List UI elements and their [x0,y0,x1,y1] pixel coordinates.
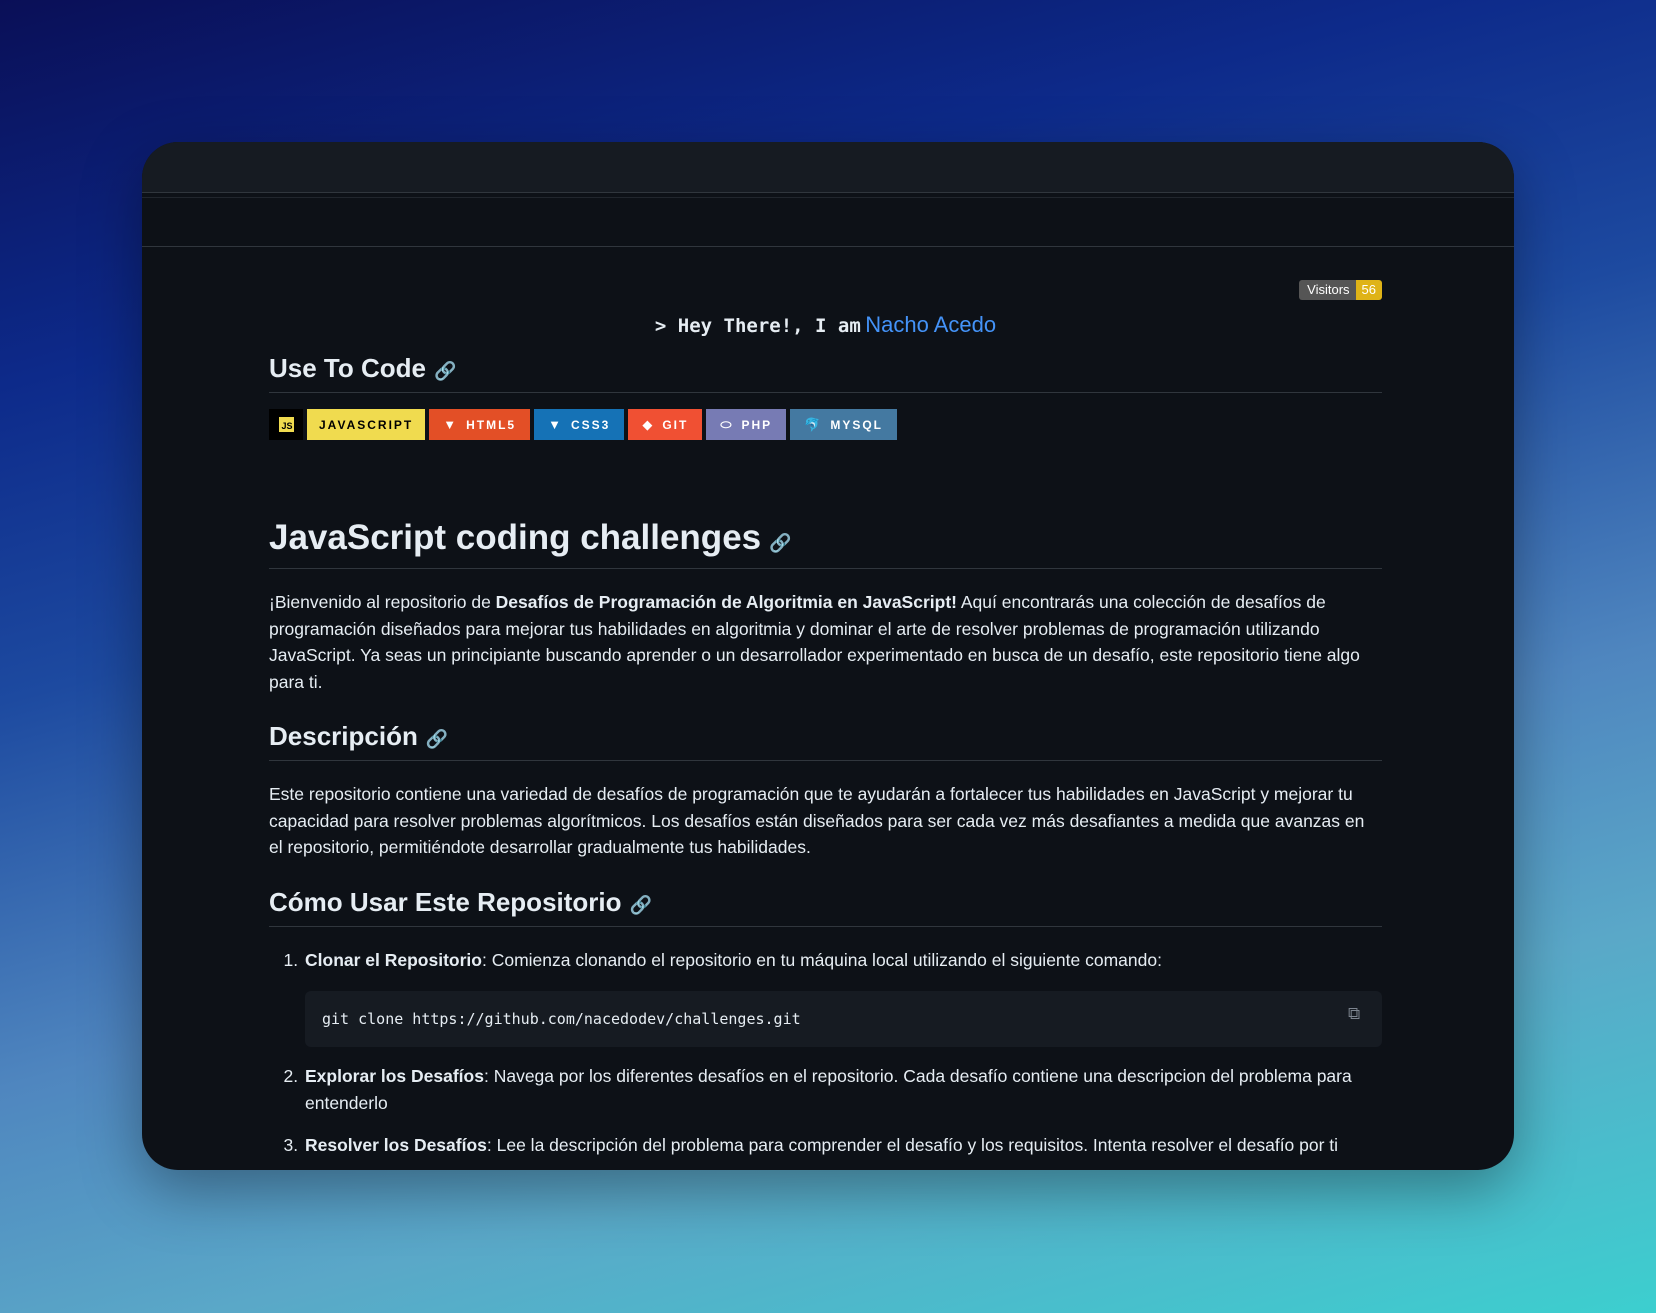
greeting: > Hey There!, I am Nacho Acedo [269,308,1382,342]
code-text[interactable]: git clone https://github.com/nacedodev/c… [322,1010,801,1028]
visitors-count: 56 [1355,280,1382,300]
badge-mysql[interactable]: 🐬 MYSQL [790,409,897,440]
descripcion-title: Descripción [269,721,418,751]
javascript-logo: JS [269,409,303,440]
use-to-code-heading: Use To Code 🔗 [269,353,1382,393]
anchor-link-icon[interactable]: 🔗 [434,361,456,381]
anchor-link-icon[interactable]: 🔗 [630,895,652,915]
badge-git[interactable]: ◆ GIT [628,409,703,440]
mysql-icon: 🐬 [804,416,823,432]
badge-html5-label: HTML5 [466,417,517,432]
descripcion-heading: Descripción 🔗 [269,721,1382,761]
greeting-prefix: > Hey There!, I am [654,315,861,337]
badge-css3-label: CSS3 [570,417,611,432]
como-usar-title: Cómo Usar Este Repositorio [269,886,622,917]
window-topbar [142,142,1514,193]
como-usar-heading: Cómo Usar Este Repositorio 🔗 [269,887,1382,927]
tech-badges: JS JAVASCRIPT ▼ HTML5 ▼ CSS3 ◆ GIT ⬭ PHP… [269,409,1382,440]
badge-mysql-label: MYSQL [830,417,883,432]
descripcion-paragraph: Este repositorio contiene una variedad d… [269,784,1365,857]
challenges-heading: JavaScript coding challenges 🔗 [269,518,1382,569]
visitors-label: Visitors [1299,280,1356,300]
como-usar-section: Cómo Usar Este Repositorio 🔗 Clonar el Re… [269,887,1382,1159]
php-icon: ⬭ [720,416,734,432]
browser-window: Visitors 56 > Hey There!, I am Nacho Ace… [142,142,1514,1170]
badge-css3[interactable]: ▼ CSS3 [534,409,625,440]
list-item: Clonar el Repositorio: Comienza clonando… [303,947,1382,1047]
anchor-link-icon[interactable]: 🔗 [769,533,791,553]
javascript-logo-text: JS [278,417,294,432]
git-icon: ◆ [642,416,655,432]
use-to-code-section: Use To Code 🔗 JS JAVASCRIPT ▼ HTML5 ▼ CSS… [269,353,1382,440]
badge-php-label: PHP [741,417,773,432]
step-title: Clonar el Repositorio [305,949,482,970]
challenges-section: JavaScript coding challenges 🔗 ¡Bienvenid… [269,518,1382,695]
step-text: : Comienza clonando el repositorio en tu… [481,949,1162,970]
intro-bold: Desafíos de Programación de Algoritmia e… [495,592,957,612]
css3-icon: ▼ [548,417,563,432]
list-item: Resolver los Desafíos: Lee la descripció… [303,1132,1382,1159]
intro-pre: ¡Bienvenido al repositorio de [269,592,496,612]
copy-icon[interactable]: ⧉ [1348,1005,1366,1023]
code-block: git clone https://github.com/nacedodev/c… [305,991,1382,1047]
badge-html5[interactable]: ▼ HTML5 [429,409,531,440]
intro-paragraph: ¡Bienvenido al repositorio de Desafíos d… [269,589,1382,695]
badge-php[interactable]: ⬭ PHP [706,409,787,440]
challenges-title: JavaScript coding challenges [269,518,762,557]
step-text: : Lee la descripción del problema para c… [486,1135,1339,1155]
window-subbar [142,197,1514,247]
anchor-link-icon[interactable]: 🔗 [426,729,448,749]
descripcion-section: Descripción 🔗 Este repositorio contiene u… [269,721,1382,861]
badge-git-label: GIT [662,417,689,432]
badge-javascript[interactable]: JAVASCRIPT [307,409,426,440]
readme-content: Visitors 56 > Hey There!, I am Nacho Ace… [269,280,1382,1159]
visitors-badge[interactable]: Visitors 56 [1299,280,1382,300]
badge-javascript-label: JAVASCRIPT [319,417,414,432]
steps-list: Clonar el Repositorio: Comienza clonando… [269,947,1382,1159]
html5-icon: ▼ [443,417,459,432]
use-to-code-title: Use To Code [269,353,426,383]
greeting-name-link[interactable]: Nacho Acedo [865,312,996,337]
list-item: Explorar los Desafíos: Navega por los di… [303,1063,1382,1116]
step-title: Explorar los Desafíos [305,1066,484,1086]
step-title: Resolver los Desafíos [305,1135,487,1155]
